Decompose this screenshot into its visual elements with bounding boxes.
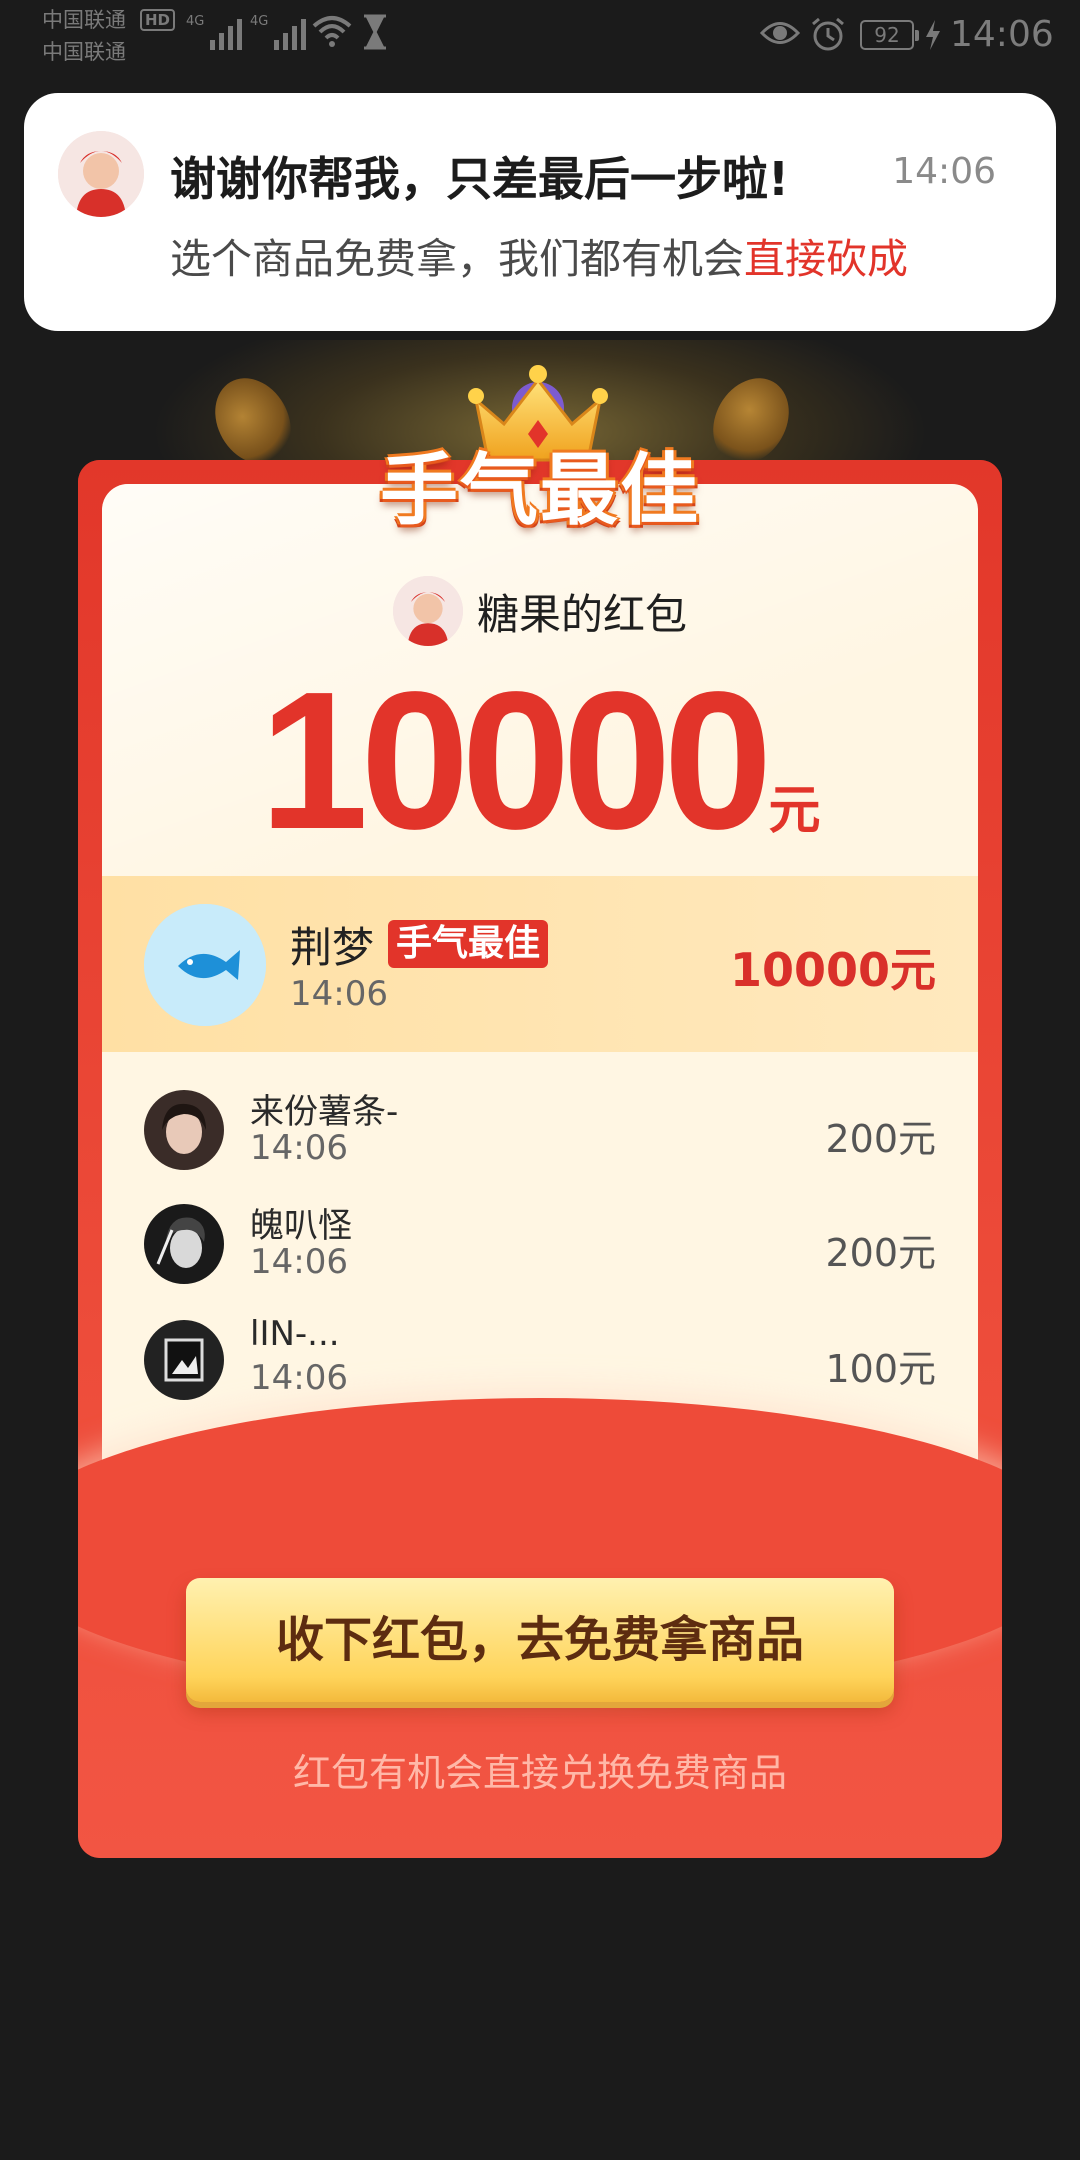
status-bar: 中国联通 中国联通 HD 4G 4G 92 14:06 — [0, 0, 1080, 80]
best-luck-amount: 10000元 — [729, 943, 936, 997]
notification-body-highlight: 直接砍成 — [744, 235, 908, 283]
recipient-amount: 100元 — [825, 1347, 936, 1391]
sender-avatar — [392, 576, 463, 646]
notification-time: 14:06 — [892, 151, 996, 192]
notification-avatar — [58, 131, 144, 217]
best-luck-time: 14:06 — [290, 974, 388, 1014]
best-luck-banner-title: 手气最佳 — [379, 446, 700, 536]
hourglass-icon — [364, 14, 386, 50]
recipient-name: 来份薯条- — [250, 1092, 399, 1132]
amount-unit: 元 — [768, 781, 821, 841]
red-packet-amount: 10000元 — [0, 663, 1080, 859]
network-type-1: 4G — [186, 14, 205, 29]
redeem-hint-text: 红包有机会直接兑换免费商品 — [292, 1751, 787, 1795]
notification-body: 选个商品免费拿，我们都有机会直接砍成 — [170, 225, 908, 285]
recipient-time: 14:06 — [250, 1128, 348, 1168]
recipient-name: 魄叭怪 — [250, 1206, 352, 1246]
carrier-label-2: 中国联通 — [42, 40, 126, 64]
sender-name: 糖果的红包 — [476, 589, 687, 639]
notification-title: 谢谢你帮我，只差最后一步啦! — [170, 152, 789, 206]
signal-icon: 4G — [186, 14, 243, 50]
recipient-avatar — [144, 1320, 224, 1400]
best-luck-name: 荆梦 — [290, 923, 375, 972]
network-type-2: 4G — [250, 14, 269, 29]
recipient-avatar — [144, 1204, 224, 1284]
list-item: 魄叭怪 14:06 200元 — [102, 1194, 978, 1306]
notification-banner[interactable]: 谢谢你帮我，只差最后一步啦! 14:06 选个商品免费拿，我们都有机会直接砍成 — [24, 93, 1056, 331]
best-luck-row: 荆梦 手气最佳 14:06 10000元 — [102, 876, 978, 1052]
sender-row: 糖果的红包 — [0, 576, 1080, 646]
status-clock: 14:06 — [950, 14, 1054, 55]
list-item: lIN-... 14:06 100元 — [102, 1310, 978, 1422]
carrier-label-1: 中国联通 — [42, 8, 126, 32]
notification-body-text: 选个商品免费拿，我们都有机会 — [170, 235, 744, 283]
recipient-name: lIN-... — [250, 1314, 340, 1354]
claim-red-packet-button[interactable]: 收下红包，去免费拿商品 — [186, 1578, 894, 1702]
amount-value: 10000 — [259, 651, 772, 870]
recipient-avatar — [144, 1090, 224, 1170]
best-luck-avatar — [144, 904, 266, 1026]
charging-bolt-icon — [926, 20, 940, 50]
hd-badge: HD — [140, 9, 176, 31]
alarm-icon — [812, 17, 844, 51]
recipient-amount: 200元 — [825, 1117, 936, 1161]
recipient-time: 14:06 — [250, 1358, 348, 1398]
battery-icon: 92 — [860, 20, 919, 50]
list-item: 来份薯条- 14:06 200元 — [102, 1080, 978, 1192]
eye-icon — [760, 22, 800, 44]
best-luck-badge: 手气最佳 — [388, 920, 549, 968]
signal-icon-2: 4G — [250, 14, 307, 50]
recipient-time: 14:06 — [250, 1242, 348, 1282]
recipient-amount: 200元 — [825, 1231, 936, 1275]
wifi-icon — [312, 16, 352, 47]
